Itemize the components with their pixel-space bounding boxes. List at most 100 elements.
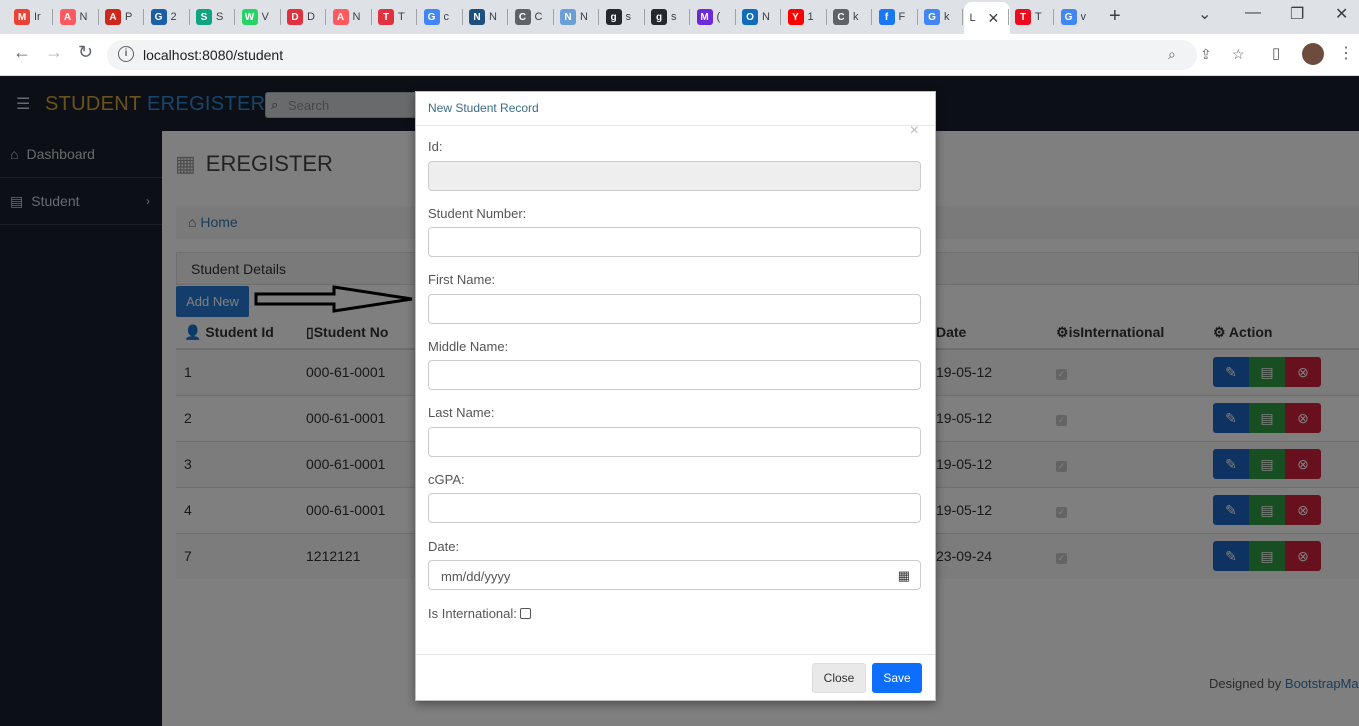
date-field[interactable]: mm/dd/yyyy ▦: [428, 560, 921, 590]
browser-tab[interactable]: WV: [236, 3, 270, 31]
browser-tab[interactable]: Ck: [827, 3, 861, 31]
globe-icon: C: [514, 9, 531, 25]
address-bar[interactable]: i localhost:8080/student ⌕ ⇪ ☆: [107, 40, 1245, 70]
tab-title: L: [969, 12, 976, 24]
forward-icon[interactable]: →: [45, 42, 63, 63]
browser-tab[interactable]: M Ir: [8, 3, 42, 31]
browser-tab[interactable]: TT: [1009, 3, 1043, 31]
browser-tab[interactable]: AN: [327, 3, 361, 31]
first-name-label: First Name:: [428, 272, 496, 287]
last-name-field[interactable]: [428, 427, 921, 457]
facebook-icon: f: [878, 9, 895, 25]
tab-title: s: [671, 11, 677, 23]
tab-title: 1: [807, 11, 814, 23]
browser-tab[interactable]: L ✕: [963, 2, 1010, 34]
new-student-modal: New Student Record × Id: Student Number:…: [415, 91, 936, 701]
browser-tab[interactable]: Y1: [782, 3, 816, 31]
tab-title: N: [79, 11, 88, 23]
mail-icon: M: [696, 9, 713, 25]
id-label: Id:: [428, 139, 443, 154]
international-checkbox[interactable]: [519, 608, 531, 619]
tab-separator: [962, 9, 963, 25]
browser-tab[interactable]: G2: [145, 3, 179, 31]
browser-tab[interactable]: gs: [600, 3, 634, 31]
close-window-icon[interactable]: ✕: [1335, 4, 1348, 24]
browser-tab[interactable]: TT: [372, 3, 406, 31]
id-field[interactable]: [428, 161, 921, 191]
browser-tab[interactable]: NN: [463, 3, 497, 31]
target-icon: T: [378, 9, 394, 25]
tab-title: N: [352, 11, 361, 23]
browser-menu-icon[interactable]: ⋮: [1338, 43, 1354, 63]
tab-title: T: [1035, 11, 1042, 23]
airbnb-icon: A: [332, 9, 349, 25]
close-icon[interactable]: ×: [910, 122, 919, 140]
profile-avatar[interactable]: [1302, 43, 1324, 65]
tab-title: N: [489, 11, 497, 23]
tab-title: k: [944, 11, 950, 23]
browser-tab[interactable]: AP: [99, 3, 133, 31]
side-panel-icon[interactable]: ▯: [1272, 44, 1280, 62]
tab-title: N: [762, 11, 770, 23]
browser-tab[interactable]: Gv: [1055, 3, 1089, 31]
first-name-field[interactable]: [428, 294, 921, 324]
browser-tab[interactable]: fF: [873, 3, 907, 31]
github-icon: g: [605, 9, 622, 25]
github-icon: g: [651, 9, 667, 25]
tab-title: Ir: [34, 11, 41, 23]
browser-tab[interactable]: Gc: [418, 3, 452, 31]
save-button[interactable]: Save: [872, 663, 922, 693]
site-info-icon[interactable]: i: [118, 46, 134, 62]
browser-tab[interactable]: ON: [736, 3, 770, 31]
middle-name-field[interactable]: [428, 360, 921, 390]
browser-tab[interactable]: gs: [645, 3, 679, 31]
restore-icon[interactable]: ❐: [1290, 4, 1304, 24]
close-button[interactable]: Close: [812, 663, 866, 693]
browser-tab-strip: + ⌄ — ❐ ✕ M Ir A N A P G 2 S S W V D D A N T T Gc N N C C N Ng s g…: [0, 0, 1359, 34]
reload-icon[interactable]: ↻: [78, 42, 93, 63]
tab-title: 2: [170, 11, 177, 23]
tab-title: N: [580, 11, 588, 23]
back-icon[interactable]: ←: [13, 42, 31, 63]
modal-footer-divider: [416, 654, 935, 655]
cloud-icon: N: [560, 9, 576, 25]
bookmark-star-icon[interactable]: ☆: [1232, 46, 1245, 63]
google-icon: G: [1060, 9, 1077, 25]
airbnb-icon: A: [59, 9, 76, 25]
modal-title: New Student Record: [428, 101, 539, 115]
calendar-icon[interactable]: ▦: [898, 568, 910, 584]
tab-search-icon[interactable]: ⌄: [1198, 4, 1211, 24]
arrow-annotation: [254, 285, 413, 313]
student-number-field[interactable]: [428, 227, 921, 257]
international-row: Is International:: [428, 606, 531, 621]
url-text: localhost:8080/student: [143, 47, 284, 63]
tab-title: c: [443, 11, 450, 23]
share-icon[interactable]: ⇪: [1200, 46, 1212, 63]
middle-name-label: Middle Name:: [428, 339, 509, 354]
tab-title: S: [216, 11, 224, 23]
international-label: Is International:: [428, 606, 517, 621]
browser-tab[interactable]: AN: [54, 3, 88, 31]
tab-title: D: [307, 11, 315, 23]
gear-site-icon: G: [150, 9, 167, 25]
zoom-icon[interactable]: ⌕: [1168, 46, 1176, 63]
browser-tab[interactable]: DD: [281, 3, 315, 31]
cgpa-label: cGPA:: [428, 472, 465, 487]
close-tab-icon[interactable]: ✕: [988, 10, 1000, 27]
browser-tab[interactable]: SS: [190, 3, 224, 31]
browser-tab[interactable]: CC: [509, 3, 543, 31]
minimize-icon[interactable]: —: [1245, 4, 1261, 22]
outlook-icon: O: [742, 9, 758, 25]
youtube-icon: Y: [787, 9, 804, 25]
browser-tab[interactable]: M(: [691, 3, 725, 31]
date-placeholder: mm/dd/yyyy: [441, 569, 511, 584]
new-tab-button[interactable]: +: [1109, 5, 1121, 28]
tab-title: V: [261, 11, 269, 23]
browser-tab[interactable]: Gk: [918, 3, 952, 31]
browser-toolbar: ← → ↻ i localhost:8080/student ⌕ ⇪ ☆ ▯ ⋮: [0, 34, 1359, 76]
site-icon: N: [469, 9, 485, 25]
gmail-icon: M: [14, 9, 30, 25]
cgpa-field[interactable]: [428, 493, 921, 523]
toyota-icon: T: [1015, 9, 1031, 25]
browser-tab[interactable]: NN: [554, 3, 588, 31]
